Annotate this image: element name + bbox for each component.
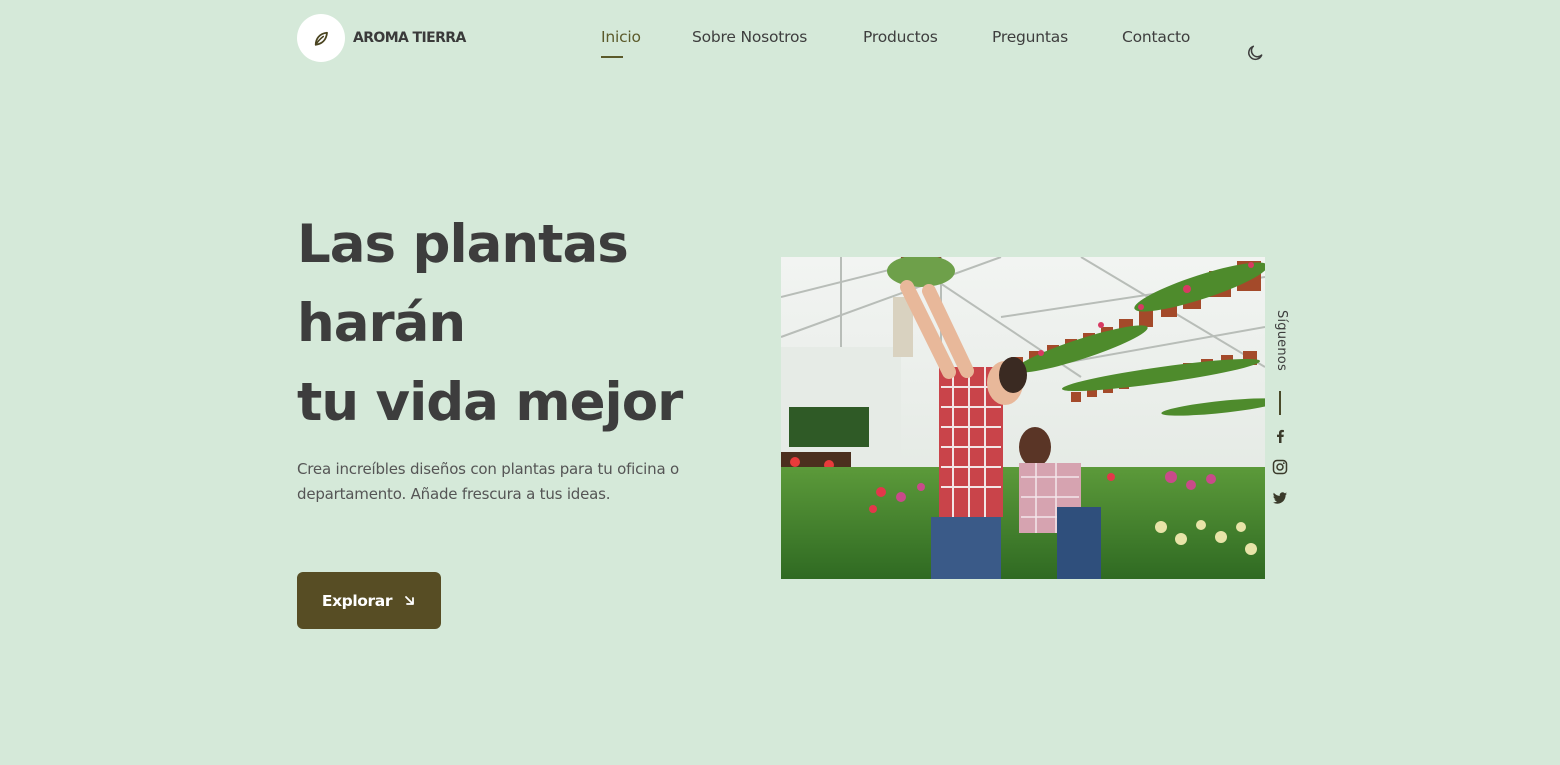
main-nav: Inicio Sobre Nosotros Productos Pregunta… bbox=[297, 28, 1265, 61]
explore-button[interactable]: Explorar bbox=[297, 572, 441, 629]
hero-title-line: Las plantas bbox=[297, 214, 629, 275]
nav-item-sobre-nosotros[interactable]: Sobre Nosotros bbox=[692, 28, 807, 46]
nav-item-label: Sobre Nosotros bbox=[692, 28, 808, 46]
explore-button-label: Explorar bbox=[321, 591, 393, 610]
nav-item-label: Preguntas bbox=[992, 28, 1068, 46]
moon-icon[interactable] bbox=[1245, 43, 1265, 63]
twitter-icon[interactable] bbox=[1272, 490, 1288, 506]
nav-item-label: Productos bbox=[863, 28, 938, 46]
nav-item-contacto[interactable]: Contacto bbox=[1122, 28, 1190, 46]
greenhouse-photo bbox=[781, 257, 1265, 579]
arrow-down-right-icon bbox=[405, 595, 414, 605]
instagram-icon[interactable] bbox=[1272, 459, 1288, 475]
nav-item-preguntas[interactable]: Preguntas bbox=[992, 28, 1068, 46]
nav-item-label: Contacto bbox=[1122, 28, 1191, 46]
nav-item-label: Inicio bbox=[601, 28, 641, 46]
follow-us-label: Síguenos bbox=[1274, 310, 1289, 371]
site-header: AROMA TIERRA Inicio Sobre Nosotros Produ… bbox=[297, 14, 1265, 62]
hero-title: Las plantas harán tu vida mejor bbox=[297, 205, 717, 442]
hero-description: Crea increíbles diseños con plantas para… bbox=[297, 460, 679, 503]
nav-item-productos[interactable]: Productos bbox=[863, 28, 938, 46]
facebook-icon[interactable] bbox=[1272, 428, 1288, 444]
social-sidebar: Síguenos bbox=[1268, 310, 1292, 510]
hero-title-line: harán bbox=[297, 293, 466, 354]
hero-title-line: tu vida mejor bbox=[297, 372, 683, 433]
nav-item-inicio[interactable]: Inicio bbox=[601, 28, 641, 58]
hero-image bbox=[781, 257, 1265, 579]
active-nav-indicator bbox=[601, 56, 623, 58]
social-divider bbox=[1279, 391, 1281, 415]
